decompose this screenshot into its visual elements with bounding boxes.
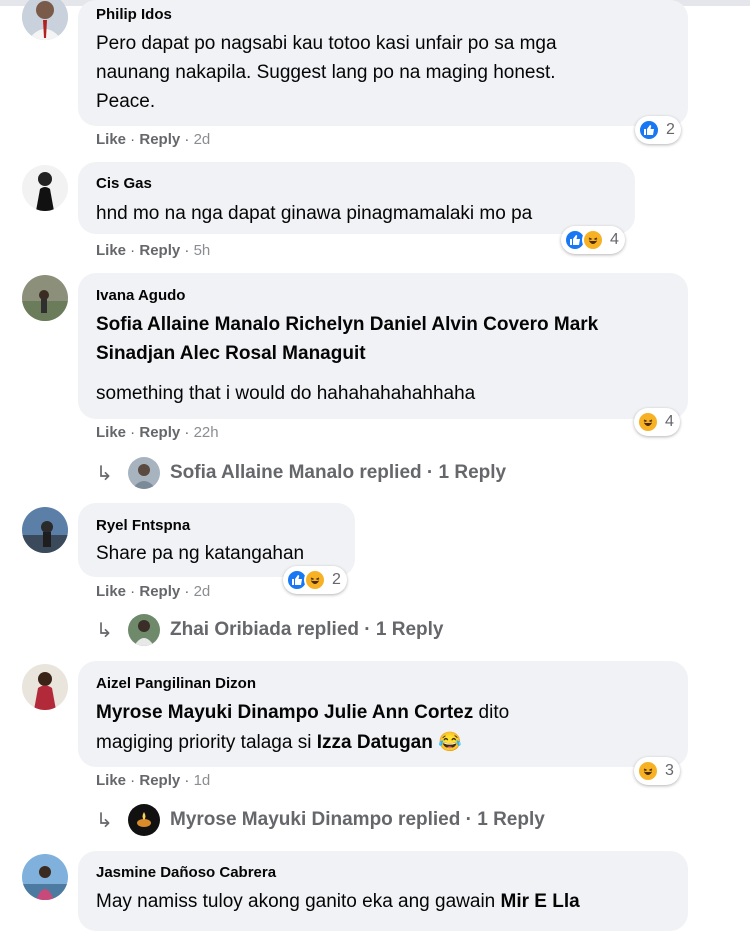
comment-bubble: Aizel Pangilinan Dizon Myrose Mayuki Din… bbox=[78, 661, 688, 767]
separator: · bbox=[126, 772, 140, 789]
avatar[interactable] bbox=[22, 165, 68, 211]
avatar bbox=[128, 457, 160, 489]
reply-link[interactable]: Reply bbox=[139, 242, 180, 259]
comment-bubble: Jasmine Dañoso Cabrera May namiss tuloy … bbox=[78, 851, 688, 931]
separator: · bbox=[180, 772, 194, 789]
reactions-badge[interactable]: 2 bbox=[283, 566, 347, 594]
reply-arrow-icon: ↳ bbox=[96, 619, 113, 642]
view-replies-button[interactable]: ↳ Myrose Mayuki Dinampo replied · 1 Repl… bbox=[96, 802, 545, 838]
comment-actions: Like · Reply · 2d bbox=[96, 131, 210, 148]
haha-icon bbox=[637, 411, 659, 433]
timestamp[interactable]: 2d bbox=[194, 583, 211, 600]
reaction-count: 4 bbox=[665, 413, 674, 430]
view-replies-button[interactable]: ↳ Sofia Allaine Manalo replied · 1 Reply bbox=[96, 455, 506, 491]
like-link[interactable]: Like bbox=[96, 772, 126, 789]
replies-summary[interactable]: Myrose Mayuki Dinampo replied · 1 Reply bbox=[170, 809, 545, 831]
separator: · bbox=[126, 424, 140, 441]
reactions-badge[interactable]: 2 bbox=[635, 116, 681, 144]
timestamp[interactable]: 5h bbox=[194, 242, 211, 259]
comment-author[interactable]: Cis Gas bbox=[96, 175, 152, 192]
reply-arrow-icon: ↳ bbox=[96, 462, 113, 485]
reply-arrow-icon: ↳ bbox=[96, 809, 113, 832]
avatar[interactable] bbox=[22, 507, 68, 553]
comment-text-line: Myrose Mayuki Dinampo Julie Ann Cortez d… bbox=[96, 698, 509, 727]
reaction-count: 3 bbox=[665, 762, 674, 779]
like-icon bbox=[638, 119, 660, 141]
reactions-badge[interactable]: 4 bbox=[561, 226, 625, 254]
comment-text: May namiss tuloy akong ganito eka ang ga… bbox=[96, 891, 501, 912]
like-link[interactable]: Like bbox=[96, 424, 126, 441]
haha-icon bbox=[582, 229, 604, 251]
comment-actions: Like · Reply · 2d bbox=[96, 583, 210, 600]
like-link[interactable]: Like bbox=[96, 583, 126, 600]
avatar[interactable] bbox=[22, 0, 68, 40]
avatar bbox=[128, 804, 160, 836]
comment-text-line: something that i would do hahahahahahhah… bbox=[96, 383, 476, 404]
comment-text-line: Share pa ng katangahan bbox=[96, 543, 305, 564]
reaction-count: 2 bbox=[332, 571, 341, 588]
view-replies-button[interactable]: ↳ Zhai Oribiada replied · 1 Reply bbox=[96, 612, 443, 648]
reactions-badge[interactable]: 3 bbox=[634, 757, 680, 785]
comment-bubble: Philip Idos Pero dapat po nagsabi kau to… bbox=[78, 0, 688, 126]
comment-text-line: hnd mo na nga dapat ginawa pinagmamalaki… bbox=[96, 203, 533, 224]
separator: · bbox=[180, 583, 194, 600]
tagged-person[interactable]: Mir E Lla bbox=[501, 891, 580, 912]
separator: · bbox=[180, 242, 194, 259]
comment-text-line: naunang nakapila. Suggest lang po na mag… bbox=[96, 62, 556, 83]
separator: · bbox=[180, 424, 194, 441]
comment-author[interactable]: Ivana Agudo bbox=[96, 287, 185, 304]
comment-text-line: magiging priority talaga si Izza Datugan… bbox=[96, 728, 462, 757]
comment-bubble: Ivana Agudo Sofia Allaine Manalo Richely… bbox=[78, 273, 688, 419]
comment-text: dito bbox=[473, 702, 510, 723]
comment-bubble: Cis Gas hnd mo na nga dapat ginawa pinag… bbox=[78, 162, 635, 234]
reply-link[interactable]: Reply bbox=[139, 583, 180, 600]
comment-text: magiging priority talaga si bbox=[96, 732, 317, 753]
like-link[interactable]: Like bbox=[96, 131, 126, 148]
avatar[interactable] bbox=[22, 275, 68, 321]
comment-actions: Like · Reply · 5h bbox=[96, 242, 210, 259]
reply-link[interactable]: Reply bbox=[139, 131, 180, 148]
replies-summary[interactable]: Zhai Oribiada replied · 1 Reply bbox=[170, 619, 443, 641]
avatar bbox=[128, 614, 160, 646]
reply-link[interactable]: Reply bbox=[139, 424, 180, 441]
tagged-people-line[interactable]: Sinadjan Alec Rosal Managuit bbox=[96, 339, 366, 368]
avatar[interactable] bbox=[22, 854, 68, 900]
haha-icon bbox=[304, 569, 326, 591]
timestamp[interactable]: 1d bbox=[194, 772, 211, 789]
separator: · bbox=[180, 131, 194, 148]
separator: · bbox=[126, 583, 140, 600]
comment-author[interactable]: Ryel Fntspna bbox=[96, 517, 190, 534]
replies-summary[interactable]: Sofia Allaine Manalo replied · 1 Reply bbox=[170, 462, 506, 484]
comment-text-line: Peace. bbox=[96, 91, 156, 112]
reaction-count: 2 bbox=[666, 121, 675, 138]
comment-text-line: May namiss tuloy akong ganito eka ang ga… bbox=[96, 887, 580, 916]
comment-author[interactable]: Philip Idos bbox=[96, 6, 172, 23]
comment-actions: Like · Reply · 22h bbox=[96, 424, 219, 441]
reply-link[interactable]: Reply bbox=[139, 772, 180, 789]
comment-author[interactable]: Aizel Pangilinan Dizon bbox=[96, 675, 256, 692]
tagged-people[interactable]: Myrose Mayuki Dinampo Julie Ann Cortez bbox=[96, 702, 473, 723]
laughing-emoji: 😂 bbox=[432, 732, 462, 753]
like-link[interactable]: Like bbox=[96, 242, 126, 259]
timestamp[interactable]: 2d bbox=[194, 131, 211, 148]
avatar[interactable] bbox=[22, 664, 68, 710]
separator: · bbox=[126, 131, 140, 148]
comment-actions: Like · Reply · 1d bbox=[96, 772, 210, 789]
tagged-people-line[interactable]: Sofia Allaine Manalo Richelyn Daniel Alv… bbox=[96, 310, 598, 339]
haha-icon bbox=[637, 760, 659, 782]
comment-text-line: Pero dapat po nagsabi kau totoo kasi unf… bbox=[96, 33, 557, 54]
separator: · bbox=[126, 242, 140, 259]
reactions-badge[interactable]: 4 bbox=[634, 408, 680, 436]
tagged-person[interactable]: Izza Datugan bbox=[317, 732, 433, 753]
reaction-count: 4 bbox=[610, 231, 619, 248]
comment-author[interactable]: Jasmine Dañoso Cabrera bbox=[96, 864, 276, 881]
timestamp[interactable]: 22h bbox=[194, 424, 219, 441]
